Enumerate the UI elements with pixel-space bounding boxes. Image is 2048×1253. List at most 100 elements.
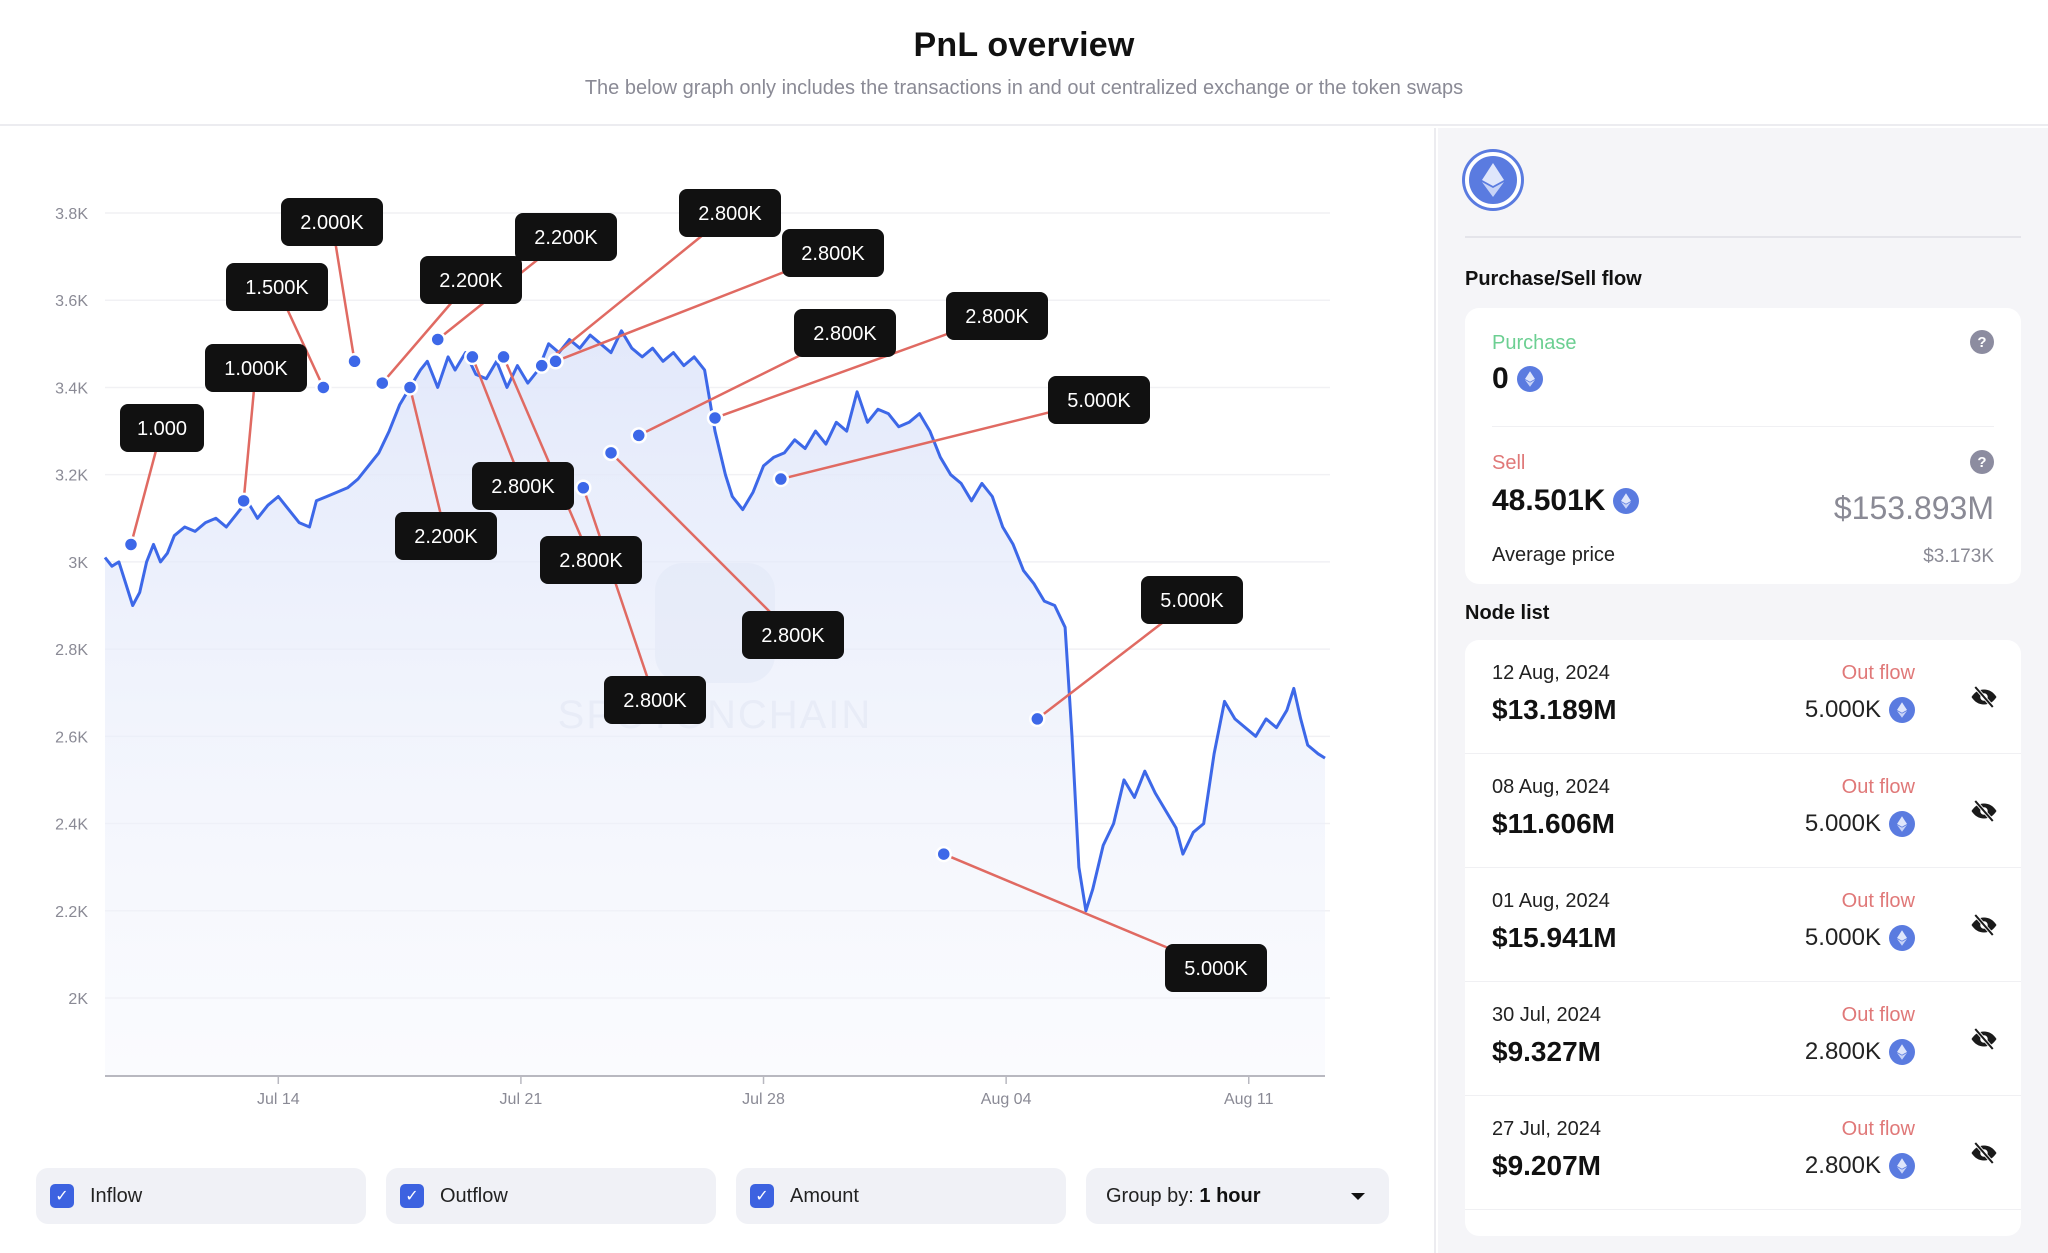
price-area <box>105 330 1325 1076</box>
annotation-point <box>706 409 724 427</box>
annotation-label: 2.800K <box>801 243 865 265</box>
chart-panel: 2K2.2K2.4K2.6K2.8K3K3.2K3.4K3.6K3.8KSPOT… <box>0 128 1436 1253</box>
y-tick-label: 2.4K <box>55 817 88 834</box>
ethereum-icon <box>1889 925 1915 951</box>
node-usd: $9.327M <box>1492 1036 1601 1067</box>
annotation-point <box>630 427 647 444</box>
annotation-point <box>575 479 592 496</box>
purchase-amount: 0 <box>1492 362 1509 395</box>
node-list-title: Node list <box>1465 602 1550 624</box>
annotation-label: 1.500K <box>245 277 309 299</box>
list-item[interactable]: 30 Jul, 2024 $9.327M Out flow 2.800K <box>1465 982 2021 1096</box>
annotation-point <box>235 492 252 510</box>
annotation-label: 2.200K <box>439 270 503 292</box>
node-amount-value: 5.000K <box>1804 696 1881 723</box>
annotation-label: 2.000K <box>300 212 364 234</box>
node-flow: Out flow <box>1841 1118 1915 1140</box>
purchase-sell-title: Purchase/Sell flow <box>1465 268 1642 290</box>
outflow-toggle[interactable]: ✓ Outflow <box>386 1168 716 1224</box>
divider <box>1465 236 2021 238</box>
inflow-label: Inflow <box>90 1184 143 1207</box>
y-tick-label: 3.8K <box>55 206 88 223</box>
help-icon[interactable]: ? <box>1970 330 1994 354</box>
annotation-point <box>315 379 332 396</box>
node-flow: Out flow <box>1841 776 1915 798</box>
node-flow: Out flow <box>1841 890 1915 912</box>
node-amount-value: 2.800K <box>1804 1038 1881 1065</box>
amount-label: Amount <box>790 1184 859 1207</box>
ethereum-icon <box>1516 366 1543 392</box>
ethereum-icon <box>1889 697 1915 723</box>
node-date: 30 Jul, 2024 <box>1492 1004 1601 1026</box>
y-tick-label: 3.6K <box>55 293 88 310</box>
purchase-label: Purchase <box>1492 332 1577 354</box>
y-tick-label: 3.2K <box>55 468 88 485</box>
eye-off-icon[interactable] <box>1969 682 1999 712</box>
inflow-toggle[interactable]: ✓ Inflow <box>36 1168 366 1224</box>
y-tick-label: 2.8K <box>55 642 88 659</box>
amount-checkbox-icon[interactable]: ✓ <box>750 1184 774 1208</box>
eye-off-icon[interactable] <box>1969 910 1999 940</box>
node-list: 12 Aug, 2024 $13.189M Out flow 5.000K 08… <box>1465 640 2021 1236</box>
list-item[interactable]: 08 Aug, 2024 $11.606M Out flow 5.000K <box>1465 754 2021 868</box>
annotation-point <box>935 845 952 863</box>
page-subtitle: The below graph only includes the transa… <box>584 77 1464 99</box>
list-item[interactable]: 12 Aug, 2024 $13.189M Out flow 5.000K <box>1465 640 2021 754</box>
chevron-down-icon <box>1351 1192 1365 1200</box>
node-date: 27 Jul, 2024 <box>1492 1118 1601 1140</box>
group-by-label: Group by: <box>1106 1184 1194 1207</box>
ethereum-icon <box>1889 1039 1915 1065</box>
group-by-value: 1 hour <box>1199 1184 1261 1207</box>
average-price-label: Average price <box>1492 544 1616 566</box>
node-usd: $13.189M <box>1492 694 1617 725</box>
node-amount: 5.000K <box>1805 696 1915 724</box>
annotation-point <box>401 379 419 396</box>
help-icon[interactable]: ? <box>1970 450 1994 474</box>
node-amount: 5.000K <box>1805 924 1915 952</box>
amount-toggle[interactable]: ✓ Amount <box>736 1168 1066 1224</box>
eye-off-icon[interactable] <box>1969 1024 1999 1054</box>
annotation-point <box>1029 710 1046 728</box>
node-usd: $15.941M <box>1492 922 1617 953</box>
page-header: PnL overview The below graph only includ… <box>0 0 2048 126</box>
sell-label: Sell <box>1492 452 1526 474</box>
ethereum-icon <box>1465 152 1521 208</box>
annotation-point <box>547 353 564 370</box>
outflow-checkbox-icon[interactable]: ✓ <box>400 1184 424 1208</box>
annotation-label: 2.200K <box>414 526 478 548</box>
annotation-point <box>533 357 550 374</box>
annotation-label: 2.800K <box>813 323 877 345</box>
inflow-checkbox-icon[interactable]: ✓ <box>50 1184 74 1208</box>
annotation-label: 1.000K <box>224 358 288 380</box>
node-date: 12 Aug, 2024 <box>1492 662 1610 684</box>
annotation-label: 2.800K <box>491 476 555 498</box>
y-tick-label: 3K <box>68 555 88 572</box>
eye-off-icon[interactable] <box>1969 796 1999 826</box>
group-by-text: Group by: 1 hour <box>1106 1185 1261 1208</box>
node-amount-value: 2.800K <box>1804 1152 1881 1179</box>
average-price-value: $3.173K <box>1923 546 1994 567</box>
ethereum-icon <box>1889 811 1915 837</box>
annotation-label: 2.800K <box>623 690 687 712</box>
node-amount: 2.800K <box>1805 1038 1915 1066</box>
list-item[interactable]: 27 Jul, 2024 $9.207M Out flow 2.800K <box>1465 1096 2021 1210</box>
node-amount: 2.800K <box>1805 1152 1915 1180</box>
annotation-point <box>464 348 481 366</box>
annotation-label: 2.800K <box>761 625 825 647</box>
node-amount-value: 5.000K <box>1804 924 1881 951</box>
chart-controls: ✓ Inflow ✓ Outflow ✓ Amount Group by: 1 … <box>36 1168 1389 1224</box>
group-by-select[interactable]: Group by: 1 hour <box>1086 1168 1389 1224</box>
eye-off-icon[interactable] <box>1969 1138 1999 1168</box>
x-tick-label: Aug 04 <box>981 1091 1032 1108</box>
side-panel: Purchase/Sell flow Purchase ? 0 Sell ? 4… <box>1438 128 2048 1253</box>
annotation-point <box>346 353 363 370</box>
purchase-sell-card: Purchase ? 0 Sell ? 48.501K $153.893M Av… <box>1465 308 2021 584</box>
x-tick-label: Jul 28 <box>742 1091 785 1108</box>
list-item[interactable]: 01 Aug, 2024 $15.941M Out flow 5.000K <box>1465 868 2021 982</box>
y-tick-label: 2K <box>68 991 88 1008</box>
x-tick-label: Jul 21 <box>500 1091 543 1108</box>
annotation-point <box>122 536 140 553</box>
pnl-chart: 2K2.2K2.4K2.6K2.8K3K3.2K3.4K3.6K3.8KSPOT… <box>55 189 1330 1108</box>
node-flow: Out flow <box>1841 662 1915 684</box>
node-amount: 5.000K <box>1805 810 1915 838</box>
